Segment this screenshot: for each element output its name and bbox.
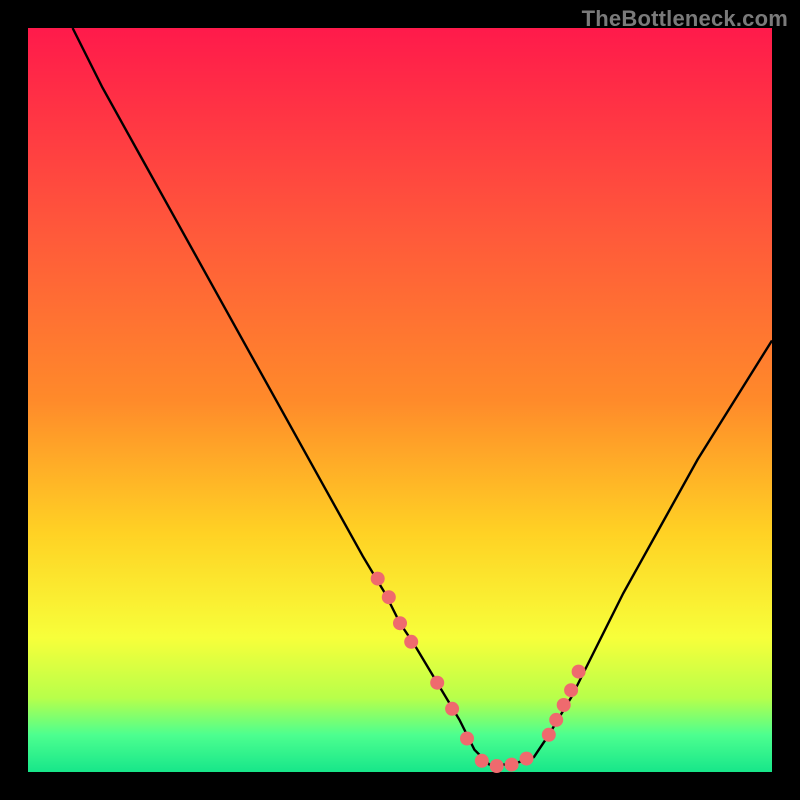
highlight-dot — [371, 572, 385, 586]
highlight-dot — [445, 702, 459, 716]
bottleneck-chart — [0, 0, 800, 800]
highlight-dot — [382, 590, 396, 604]
highlight-dot — [549, 713, 563, 727]
chart-frame: TheBottleneck.com — [0, 0, 800, 800]
highlight-dot — [460, 732, 474, 746]
highlight-dot — [475, 754, 489, 768]
highlight-dot — [393, 616, 407, 630]
highlight-dot — [404, 635, 418, 649]
gradient-background — [28, 28, 772, 772]
highlight-dot — [490, 759, 504, 773]
highlight-dot — [557, 698, 571, 712]
highlight-dot — [505, 758, 519, 772]
highlight-dot — [430, 676, 444, 690]
highlight-dot — [564, 683, 578, 697]
highlight-dot — [572, 665, 586, 679]
highlight-dot — [542, 728, 556, 742]
highlight-dot — [520, 752, 534, 766]
watermark-label: TheBottleneck.com — [582, 6, 788, 32]
